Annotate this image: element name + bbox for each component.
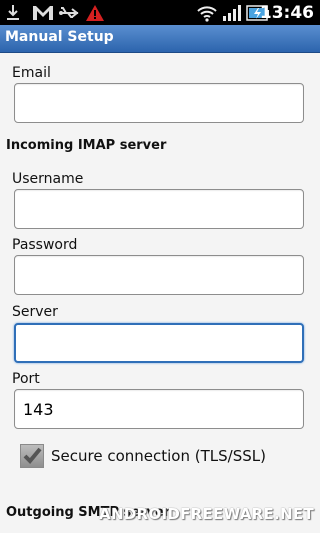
- email-field[interactable]: [15, 84, 303, 122]
- password-field[interactable]: [15, 256, 303, 294]
- port-field-wrapper: [14, 389, 304, 429]
- email-label: Email: [12, 65, 51, 81]
- username-label: Username: [12, 171, 84, 187]
- server-field-wrapper: [14, 323, 304, 363]
- incoming-server-heading: Incoming IMAP server: [6, 138, 167, 153]
- server-field[interactable]: [16, 325, 302, 361]
- watermark: ANDROIDFREEWARE.NET: [99, 505, 314, 523]
- email-field-wrapper: [14, 83, 304, 123]
- usb-icon: [58, 0, 80, 25]
- username-field-wrapper: [14, 189, 304, 229]
- status-time: 13:46: [259, 2, 314, 23]
- server-label: Server: [12, 304, 58, 320]
- warning-icon: [85, 0, 105, 25]
- password-label: Password: [12, 237, 78, 253]
- password-field-wrapper: [14, 255, 304, 295]
- checkmark-icon: [23, 447, 42, 464]
- download-icon: [6, 0, 20, 25]
- page-title: Manual Setup: [5, 29, 114, 45]
- secure-connection-row[interactable]: Secure connection (TLS/SSL): [20, 444, 266, 468]
- username-field[interactable]: [15, 190, 303, 228]
- gmail-icon: [32, 0, 54, 25]
- port-label: Port: [12, 371, 40, 387]
- port-field[interactable]: [15, 390, 303, 428]
- secure-connection-label: Secure connection (TLS/SSL): [51, 447, 266, 465]
- status-bar: 13:46: [0, 0, 320, 25]
- wifi-icon: [196, 0, 218, 25]
- signal-icon: [222, 0, 242, 25]
- secure-connection-checkbox[interactable]: [20, 444, 44, 468]
- title-bar: Manual Setup: [0, 25, 320, 53]
